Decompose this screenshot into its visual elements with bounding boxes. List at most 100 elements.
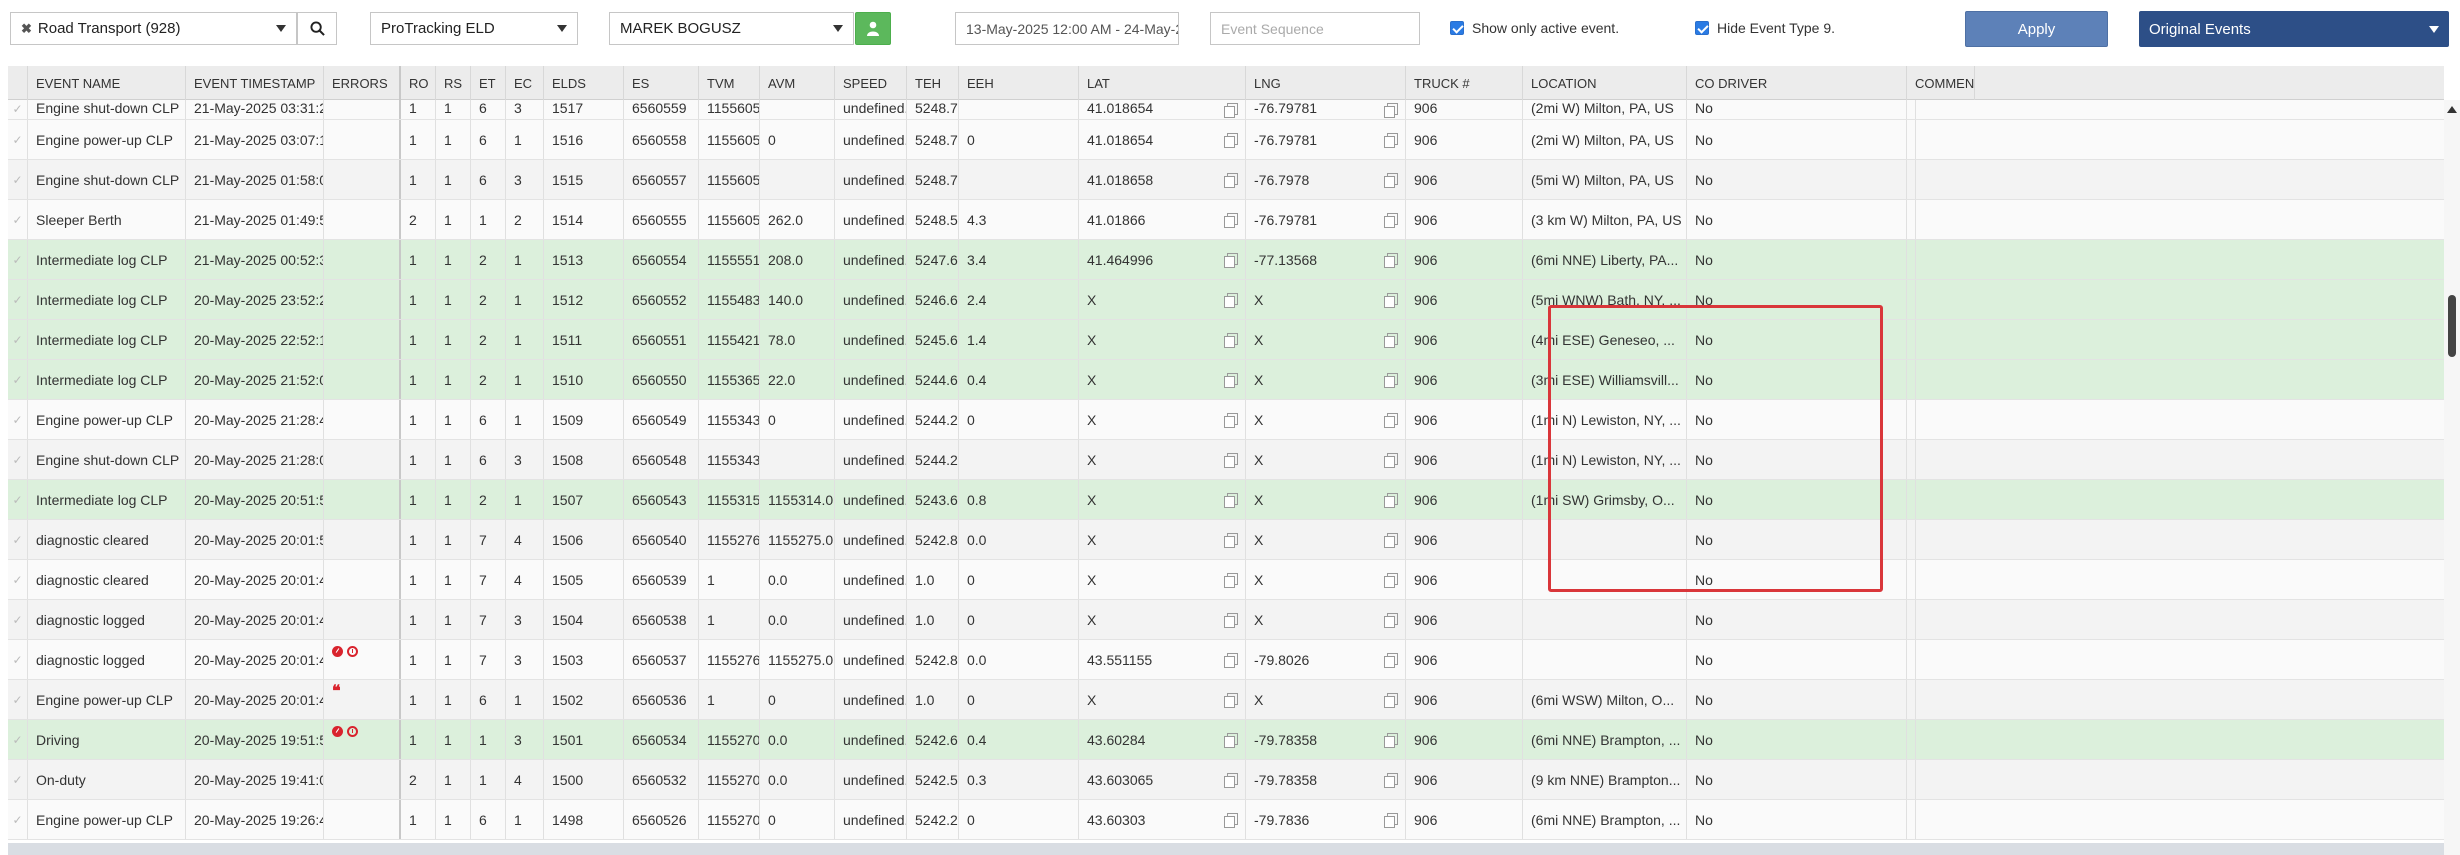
- table-row-partial[interactable]: ✓ Engine shut-down CLP 21-May-2025 03:31:2…: [8, 100, 2444, 120]
- header-et[interactable]: ET: [471, 66, 506, 100]
- copy-icon[interactable]: [1224, 692, 1238, 708]
- user-button[interactable]: [855, 12, 891, 45]
- row-check-icon[interactable]: ✓: [8, 320, 28, 359]
- search-button[interactable]: [297, 12, 337, 45]
- header-avm[interactable]: AVM: [760, 66, 835, 100]
- clear-icon[interactable]: ✖: [21, 21, 32, 37]
- row-check-icon[interactable]: ✓: [8, 360, 28, 399]
- header-rs[interactable]: RS: [436, 66, 471, 100]
- header-lng[interactable]: LNG: [1246, 66, 1406, 100]
- header-speed[interactable]: SPEED: [835, 66, 907, 100]
- header-errors[interactable]: ERRORS: [324, 66, 401, 100]
- table-row[interactable]: ✓ Engine power-up CLP 21-May-2025 03:07:18…: [8, 120, 2444, 160]
- copy-icon[interactable]: [1384, 492, 1398, 508]
- header-elds[interactable]: ELDS: [544, 66, 624, 100]
- row-check-icon[interactable]: ✓: [8, 640, 28, 679]
- copy-icon[interactable]: [1384, 692, 1398, 708]
- header-location[interactable]: LOCATION: [1523, 66, 1687, 100]
- header-truck[interactable]: TRUCK #: [1406, 66, 1523, 100]
- copy-icon[interactable]: [1384, 572, 1398, 588]
- header-co-driver[interactable]: CO DRIVER: [1687, 66, 1907, 100]
- vertical-scrollbar[interactable]: [2444, 100, 2460, 855]
- copy-icon[interactable]: [1384, 452, 1398, 468]
- header-comment[interactable]: COMMEN: [1907, 66, 1976, 100]
- table-row[interactable]: ✓ On-duty 20-May-2025 19:41:06 2 1 1 4 1500 6560…: [8, 760, 2444, 800]
- row-check-icon[interactable]: ✓: [8, 160, 28, 199]
- table-row[interactable]: ✓ Intermediate log CLP 20-May-2025 21:52:0…: [8, 360, 2444, 400]
- row-check-icon[interactable]: ✓: [8, 400, 28, 439]
- header-ro[interactable]: RO: [401, 66, 436, 100]
- row-check-icon[interactable]: ✓: [8, 680, 28, 719]
- event-sequence-input[interactable]: Event Sequence: [1210, 12, 1420, 45]
- copy-icon[interactable]: [1384, 732, 1398, 748]
- copy-icon[interactable]: [1384, 172, 1398, 188]
- copy-icon[interactable]: [1384, 252, 1398, 268]
- copy-icon[interactable]: [1224, 732, 1238, 748]
- copy-icon[interactable]: [1384, 652, 1398, 668]
- row-check-icon[interactable]: ✓: [8, 120, 28, 159]
- row-check-icon[interactable]: ✓: [8, 560, 28, 599]
- copy-icon[interactable]: [1384, 612, 1398, 628]
- header-tvm[interactable]: TVM: [699, 66, 760, 100]
- apply-button[interactable]: Apply: [1965, 11, 2108, 47]
- copy-icon[interactable]: [1384, 772, 1398, 788]
- copy-icon[interactable]: [1224, 292, 1238, 308]
- copy-icon[interactable]: [1224, 532, 1238, 548]
- copy-icon[interactable]: [1224, 332, 1238, 348]
- header-ec[interactable]: EC: [506, 66, 544, 100]
- company-select[interactable]: ✖ Road Transport (928): [10, 12, 297, 45]
- copy-icon[interactable]: [1384, 532, 1398, 548]
- copy-icon[interactable]: [1224, 102, 1238, 118]
- copy-icon[interactable]: [1384, 132, 1398, 148]
- copy-icon[interactable]: [1224, 172, 1238, 188]
- quote-error-icon[interactable]: ❝: [332, 684, 341, 700]
- scroll-up-arrow-icon[interactable]: [2447, 106, 2457, 113]
- date-range-input[interactable]: 13-May-2025 12:00 AM - 24-May-2025: [955, 12, 1179, 45]
- header-event-name[interactable]: EVENT NAME: [28, 66, 186, 100]
- header-es[interactable]: ES: [624, 66, 699, 100]
- copy-icon[interactable]: [1224, 652, 1238, 668]
- table-row[interactable]: ✓ Engine power-up CLP 20-May-2025 21:28:49…: [8, 400, 2444, 440]
- copy-icon[interactable]: [1224, 412, 1238, 428]
- event-mode-select[interactable]: Original Events: [2139, 11, 2449, 47]
- row-check-icon[interactable]: ✓: [8, 200, 28, 239]
- table-row[interactable]: ✓ diagnostic cleared 20-May-2025 20:01:49 1…: [8, 560, 2444, 600]
- copy-icon[interactable]: [1224, 452, 1238, 468]
- speedometer-error-icon[interactable]: [332, 726, 343, 737]
- copy-icon[interactable]: [1224, 372, 1238, 388]
- table-row[interactable]: ✓ Engine power-up CLP 20-May-2025 20:01:43…: [8, 680, 2444, 720]
- copy-icon[interactable]: [1224, 572, 1238, 588]
- copy-icon[interactable]: [1384, 412, 1398, 428]
- copy-icon[interactable]: [1384, 812, 1398, 828]
- table-row[interactable]: ✓ Intermediate log CLP 21-May-2025 00:52:3…: [8, 240, 2444, 280]
- row-check-icon[interactable]: ✓: [8, 600, 28, 639]
- scrollbar-thumb[interactable]: [2448, 295, 2456, 357]
- row-check-icon[interactable]: ✓: [8, 240, 28, 279]
- header-select-all[interactable]: [8, 66, 28, 100]
- row-check-icon[interactable]: ✓: [8, 720, 28, 759]
- row-check-icon[interactable]: ✓: [8, 520, 28, 559]
- row-check-icon[interactable]: ✓: [8, 100, 28, 119]
- table-row[interactable]: ✓ Intermediate log CLP 20-May-2025 23:52:2…: [8, 280, 2444, 320]
- header-eeh[interactable]: EEH: [959, 66, 1079, 100]
- driver-select[interactable]: MAREK BOGUSZ: [609, 12, 854, 45]
- clock-error-icon[interactable]: [347, 726, 358, 737]
- copy-icon[interactable]: [1224, 132, 1238, 148]
- table-row[interactable]: ✓ Intermediate log CLP 20-May-2025 20:51:5…: [8, 480, 2444, 520]
- copy-icon[interactable]: [1224, 212, 1238, 228]
- clock-error-icon[interactable]: [347, 646, 358, 657]
- copy-icon[interactable]: [1224, 612, 1238, 628]
- eld-select[interactable]: ProTracking ELD: [370, 12, 578, 45]
- copy-icon[interactable]: [1384, 212, 1398, 228]
- table-row[interactable]: ✓ Intermediate log CLP 20-May-2025 22:52:1…: [8, 320, 2444, 360]
- copy-icon[interactable]: [1384, 332, 1398, 348]
- header-lat[interactable]: LAT: [1079, 66, 1246, 100]
- speedometer-error-icon[interactable]: [332, 646, 343, 657]
- row-check-icon[interactable]: ✓: [8, 800, 28, 839]
- horizontal-scrollbar[interactable]: [8, 843, 2444, 855]
- header-event-timestamp[interactable]: EVENT TIMESTAMP: [186, 66, 324, 100]
- row-check-icon[interactable]: ✓: [8, 280, 28, 319]
- table-row[interactable]: ✓ diagnostic logged 20-May-2025 20:01:43 1 1…: [8, 640, 2444, 680]
- table-row[interactable]: ✓ Engine power-up CLP 20-May-2025 19:26:43…: [8, 800, 2444, 840]
- copy-icon[interactable]: [1224, 772, 1238, 788]
